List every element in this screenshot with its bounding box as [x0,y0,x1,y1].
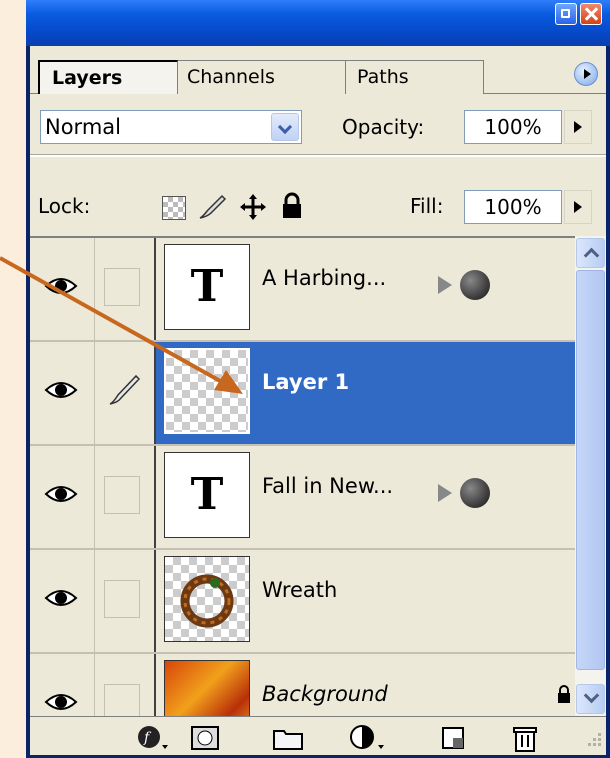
tab-paths[interactable]: Paths [344,60,484,94]
layer-name-area[interactable]: Background [156,654,575,718]
tab-channels-label: Channels [187,66,275,88]
layer-row[interactable]: Wreath [30,550,575,654]
link-toggle[interactable] [94,446,156,548]
eye-icon [44,486,78,502]
layer-row-selected[interactable]: Layer 1 [30,342,575,446]
link-box [104,476,140,514]
layer-name-area[interactable]: Layer 1 [156,342,575,444]
blend-mode-value: Normal [45,115,121,139]
new-group-icon[interactable] [272,725,304,751]
layer-thumbnail: T [164,452,250,538]
opacity-field[interactable]: 100% [464,110,562,144]
fill-slider-arrow-icon[interactable] [564,190,592,224]
visibility-toggle[interactable] [30,238,95,340]
eye-icon [44,278,78,294]
eye-icon [44,590,78,606]
visibility-toggle[interactable] [30,342,95,444]
layer-name: Layer 1 [262,370,350,394]
visibility-toggle[interactable] [30,550,95,652]
fill-field[interactable]: 100% [464,190,562,224]
layer-row[interactable]: Background [30,654,575,718]
fill-label: Fill: [410,194,444,218]
layer-row[interactable]: T Fall in New... [30,446,575,550]
wreath-thumbnail-icon [180,574,234,628]
link-box [104,580,140,618]
layer-effects-icon[interactable] [460,478,490,508]
link-toggle[interactable] [94,654,156,718]
layer-name: Background [262,682,388,706]
link-box [104,268,140,306]
layer-name-area[interactable]: T Fall in New... [156,446,575,548]
close-icon[interactable] [580,3,602,25]
eye-icon [44,382,78,398]
lock-all-icon[interactable] [280,192,304,220]
tab-paths-label: Paths [357,66,409,88]
layers-list: T A Harbing... Layer 1 T Fall in New... … [30,236,575,718]
scroll-thumb[interactable] [576,270,605,670]
chevron-down-icon[interactable] [271,113,299,141]
resize-grip-icon[interactable] [584,731,604,751]
new-layer-icon[interactable] [440,725,466,751]
scroll-up-icon[interactable] [576,238,605,268]
visibility-toggle[interactable] [30,654,95,718]
minimize-icon[interactable] [555,3,577,25]
tab-layers-label: Layers [52,67,123,89]
blend-mode-select[interactable]: Normal [40,110,302,144]
layer-thumbnail: T [164,244,250,330]
layers-panel: Paths Channels Layers Normal Opacity: 10… [30,46,606,755]
link-toggle[interactable] [94,342,156,444]
opacity-label: Opacity: [342,115,425,139]
lock-label: Lock: [38,194,91,218]
layer-row[interactable]: T A Harbing... [30,238,575,342]
bottom-toolbar: f [30,716,606,755]
layer-mask-icon[interactable] [190,725,220,751]
layers-scrollbar[interactable] [575,236,606,716]
lock-transparency-icon[interactable] [162,196,186,220]
divider [30,154,606,157]
layer-style-icon[interactable]: f [136,725,170,751]
link-toggle[interactable] [94,550,156,652]
layer-thumbnail [164,660,250,718]
palette-menu-icon[interactable] [574,62,598,86]
lock-image-brush-icon[interactable] [196,192,228,222]
visibility-toggle[interactable] [30,446,95,548]
tab-layers[interactable]: Layers [38,60,178,94]
layer-name: Wreath [262,578,338,602]
lock-icon [558,685,570,703]
trash-icon[interactable] [512,725,538,753]
text-layer-icon: T [190,261,224,312]
expand-effects-icon[interactable] [438,276,452,294]
opacity-slider-arrow-icon[interactable] [564,110,592,144]
layer-effects-icon[interactable] [460,270,490,300]
scroll-down-icon[interactable] [576,684,605,714]
eye-icon [44,694,78,710]
expand-effects-icon[interactable] [438,484,452,502]
layer-name-area[interactable]: T A Harbing... [156,238,575,340]
lock-position-move-icon[interactable] [238,192,268,222]
link-toggle[interactable] [94,238,156,340]
layer-thumbnail [164,348,250,434]
link-box [104,684,140,718]
title-bar[interactable] [26,0,610,46]
layer-name-area[interactable]: Wreath [156,550,575,652]
paintbrush-icon [109,374,141,405]
tab-channels[interactable]: Channels [174,60,346,94]
layers-palette-window: Paths Channels Layers Normal Opacity: 10… [26,0,610,758]
layer-name: Fall in New... [262,474,394,498]
layer-name: A Harbing... [262,266,387,290]
text-layer-icon: T [190,469,224,520]
layer-thumbnail [164,556,250,642]
adjustment-layer-icon[interactable] [348,725,386,751]
